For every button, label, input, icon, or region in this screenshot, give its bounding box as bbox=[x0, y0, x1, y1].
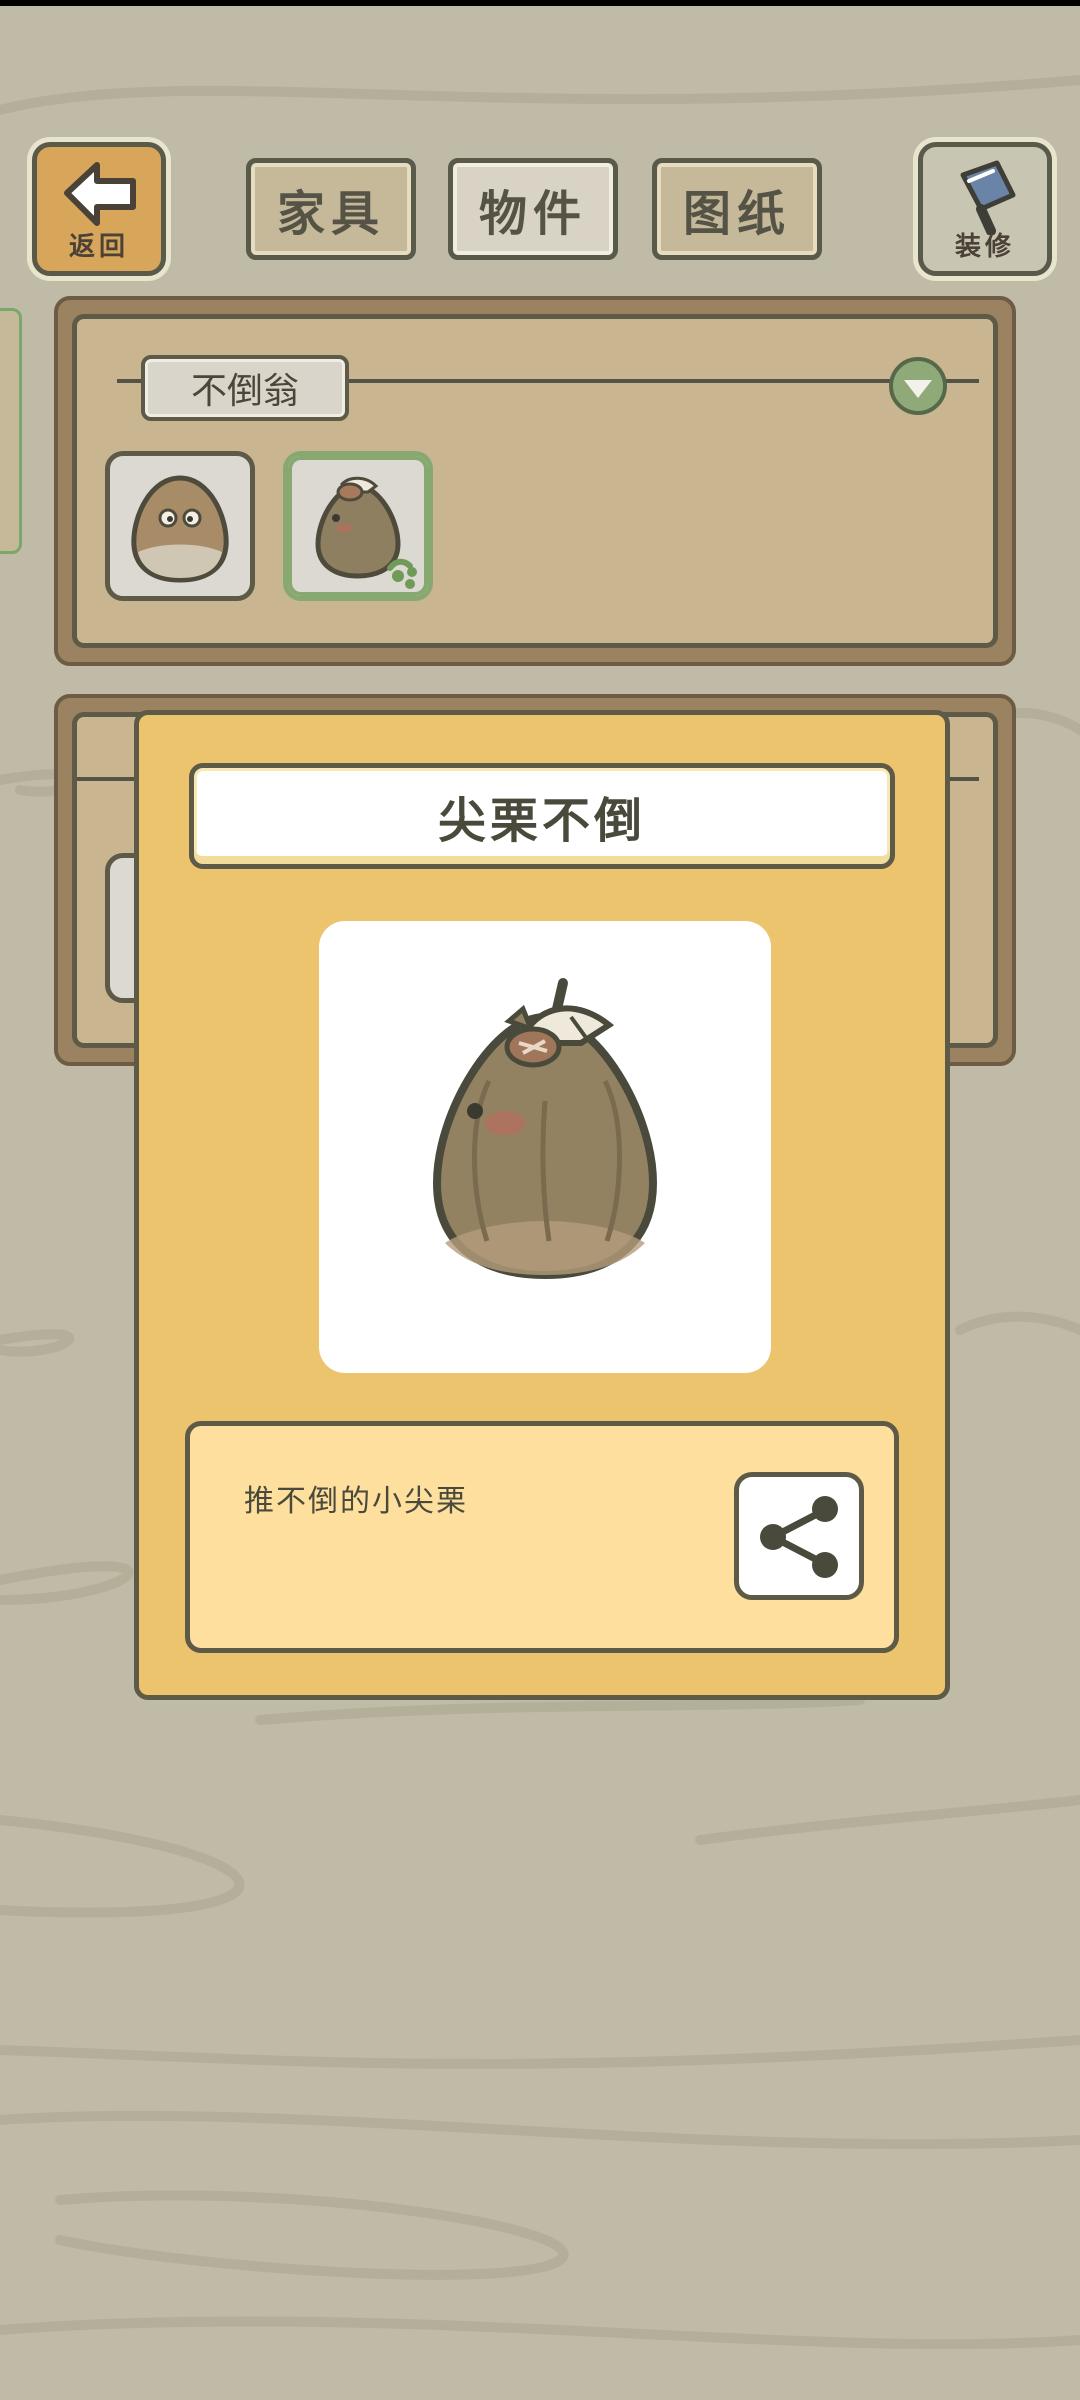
item-title: 尖栗不倒 bbox=[189, 763, 895, 869]
tumbler-egg-icon bbox=[131, 475, 229, 583]
category-label[interactable]: 不倒翁 bbox=[141, 355, 349, 421]
dropdown-button[interactable] bbox=[889, 357, 947, 415]
description-box: 推不倒的小尖栗 bbox=[185, 1421, 899, 1653]
share-icon bbox=[760, 1496, 838, 1578]
side-drawer-tab[interactable] bbox=[0, 308, 22, 554]
chevron-down-icon bbox=[904, 380, 932, 398]
tab-furniture[interactable]: 家具 bbox=[246, 158, 416, 260]
back-button[interactable]: 返回 bbox=[32, 142, 166, 276]
tab-items[interactable]: 物件 bbox=[448, 158, 618, 260]
decorate-label: 装修 bbox=[954, 232, 1015, 262]
paint-brush-icon bbox=[960, 160, 1016, 235]
back-label: 返回 bbox=[68, 232, 129, 262]
category-panel-inner: 不倒翁 bbox=[72, 314, 998, 648]
item-slot-chestnut-tumbler[interactable] bbox=[283, 451, 433, 601]
chestnut-tumbler-icon bbox=[315, 476, 417, 589]
chestnut-tumbler-icon bbox=[432, 978, 658, 1280]
item-detail-modal[interactable]: 尖栗不倒 推不倒的小尖栗 bbox=[134, 710, 950, 1700]
share-button[interactable] bbox=[734, 1472, 864, 1600]
tab-blueprint[interactable]: 图纸 bbox=[652, 158, 822, 260]
item-description: 推不倒的小尖栗 bbox=[244, 1484, 468, 1519]
decorate-button[interactable]: 装修 bbox=[918, 142, 1052, 276]
item-image bbox=[319, 921, 771, 1373]
back-arrow-icon bbox=[64, 162, 136, 226]
item-slot-egg-tumbler[interactable] bbox=[105, 451, 255, 601]
category-panel: 不倒翁 bbox=[54, 296, 1016, 666]
